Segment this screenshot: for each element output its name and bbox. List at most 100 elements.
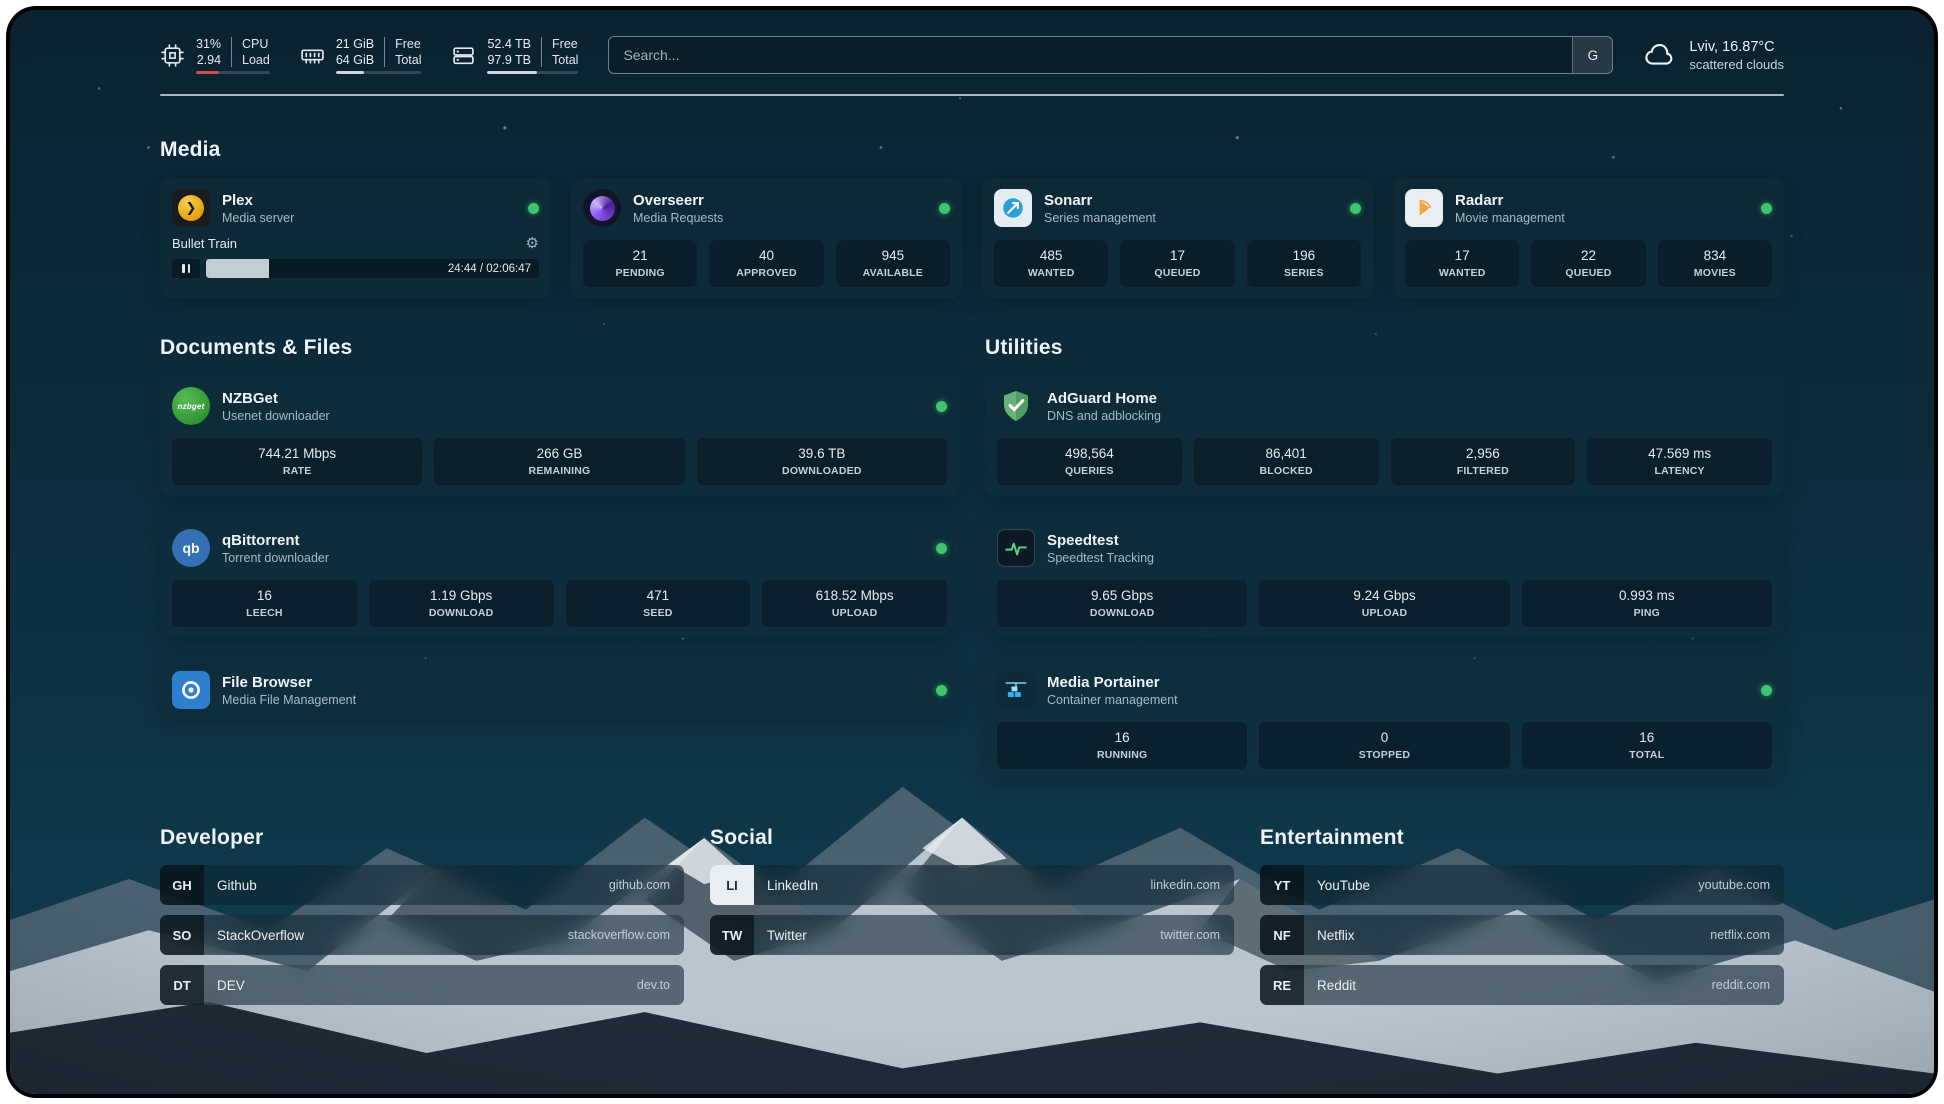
plex-card: ❯ Plex Media server Bullet Train ⚙ xyxy=(160,178,551,298)
bookmark-linkedin[interactable]: LI LinkedIn linkedin.com xyxy=(710,865,1234,905)
search-input[interactable] xyxy=(608,36,1613,74)
memory-icon xyxy=(300,43,325,68)
app-name-qbittorrent[interactable]: qBittorrent xyxy=(222,532,329,549)
developer-links: Developer GH Github github.com SO StackO… xyxy=(160,826,684,1005)
radarr-icon[interactable] xyxy=(1405,189,1443,227)
app-name-plex[interactable]: Plex xyxy=(222,192,294,209)
app-name-sonarr[interactable]: Sonarr xyxy=(1044,192,1156,209)
app-name-portainer[interactable]: Media Portainer xyxy=(1047,674,1178,691)
app-desc-speedtest: Speedtest Tracking xyxy=(1047,551,1154,565)
weather-widget: Lviv, 16.87°C scattered clouds xyxy=(1643,38,1784,72)
disk-usage-bar xyxy=(487,71,578,74)
cpu-usage-bar xyxy=(196,71,270,74)
radarr-logo-glyph xyxy=(1411,195,1437,221)
social-links: Social LI LinkedIn linkedin.com TW Twitt… xyxy=(710,826,1234,1005)
stat-value: 17 xyxy=(1126,248,1228,263)
portainer-logo-glyph xyxy=(1003,677,1029,703)
nzbget-icon[interactable]: nzbget xyxy=(172,387,210,425)
documents-column: Documents & Files nzbget NZBGet Usenet d… xyxy=(160,336,959,780)
sonarr-icon[interactable] xyxy=(994,189,1032,227)
pause-button[interactable] xyxy=(172,259,200,278)
bookmark-name: Github xyxy=(217,878,257,893)
stat-label: LATENCY xyxy=(1593,465,1766,477)
status-online-dot xyxy=(936,401,947,412)
overseerr-icon[interactable] xyxy=(583,189,621,227)
bookmark-url: reddit.com xyxy=(1712,978,1770,992)
app-name-radarr[interactable]: Radarr xyxy=(1455,192,1565,209)
stat-value: 39.6 TB xyxy=(703,446,941,461)
bookmark-stackoverflow[interactable]: SO StackOverflow stackoverflow.com xyxy=(160,915,684,955)
stat-label: DOWNLOAD xyxy=(375,607,548,619)
app-name-overseerr[interactable]: Overseerr xyxy=(633,192,723,209)
bookmark-name: Twitter xyxy=(767,928,807,943)
bookmark-github[interactable]: GH Github github.com xyxy=(160,865,684,905)
app-name-adguard[interactable]: AdGuard Home xyxy=(1047,390,1161,407)
linkedin-icon: LI xyxy=(710,865,754,905)
stat-label: TOTAL xyxy=(1528,749,1766,761)
memory-free-value: 21 GiB xyxy=(336,37,374,51)
stat-value: 485 xyxy=(1000,248,1102,263)
bookmark-url: dev.to xyxy=(637,978,670,992)
stat-label: WANTED xyxy=(1000,267,1102,279)
stat-label: QUERIES xyxy=(1003,465,1176,477)
cpu-icon xyxy=(160,43,185,68)
stat-box: 196 SERIES xyxy=(1247,240,1361,287)
plex-icon[interactable]: ❯ xyxy=(172,189,210,227)
weather-condition: scattered clouds xyxy=(1689,57,1784,72)
app-name-filebrowser[interactable]: File Browser xyxy=(222,674,356,691)
bookmark-reddit[interactable]: RE Reddit reddit.com xyxy=(1260,965,1784,1005)
github-icon: GH xyxy=(160,865,204,905)
stat-label: QUEUED xyxy=(1537,267,1639,279)
dashboard-background: 31% 2.94 CPU Load xyxy=(10,10,1934,1094)
stat-label: RATE xyxy=(178,465,416,477)
disk-icon xyxy=(451,43,476,68)
stat-label: REMAINING xyxy=(440,465,678,477)
stat-label: FILTERED xyxy=(1397,465,1570,477)
stat-value: 47.569 ms xyxy=(1593,446,1766,461)
stat-label: WANTED xyxy=(1411,267,1513,279)
status-online-dot xyxy=(939,203,950,214)
cpu-widget: 31% 2.94 CPU Load xyxy=(160,37,270,74)
adguard-logo-glyph xyxy=(998,388,1034,424)
stat-box: 9.65 Gbps DOWNLOAD xyxy=(997,580,1247,627)
app-desc-sonarr: Series management xyxy=(1044,211,1156,225)
gear-icon[interactable]: ⚙ xyxy=(526,236,539,251)
stat-value: 22 xyxy=(1537,248,1639,263)
speedtest-icon[interactable] xyxy=(997,529,1035,567)
stat-box: 47.569 ms LATENCY xyxy=(1587,438,1772,485)
search-engine-button[interactable]: G xyxy=(1572,37,1612,73)
filebrowser-icon[interactable] xyxy=(172,671,210,709)
disk-free-value: 52.4 TB xyxy=(487,37,531,51)
radarr-card: Radarr Movie management 17 WANTED 2 xyxy=(1393,178,1784,298)
sonarr-logo-glyph xyxy=(1000,195,1026,221)
app-desc-adguard: DNS and adblocking xyxy=(1047,409,1161,423)
bookmark-dev[interactable]: DT DEV dev.to xyxy=(160,965,684,1005)
portainer-icon[interactable] xyxy=(997,671,1035,709)
disk-free-label: Free xyxy=(552,37,578,51)
media-section: Media ❯ Plex Media server Bullet Tr xyxy=(160,138,1784,298)
cloud-icon xyxy=(1643,38,1677,72)
qbittorrent-icon[interactable]: qb xyxy=(172,529,210,567)
bookmark-twitter[interactable]: TW Twitter twitter.com xyxy=(710,915,1234,955)
stat-value: 618.52 Mbps xyxy=(768,588,941,603)
dev-icon: DT xyxy=(160,965,204,1005)
stat-value: 0.993 ms xyxy=(1528,588,1766,603)
bookmark-netflix[interactable]: NF Netflix netflix.com xyxy=(1260,915,1784,955)
disk-total-label: Total xyxy=(552,53,578,67)
metric-divider xyxy=(384,37,385,67)
stat-label: QUEUED xyxy=(1126,267,1228,279)
cpu-usage-value: 31% xyxy=(196,37,221,51)
app-name-nzbget[interactable]: NZBGet xyxy=(222,390,330,407)
playback-time: 24:44 / 02:06:47 xyxy=(448,263,531,275)
overseerr-card: Overseerr Media Requests 21 PENDING xyxy=(571,178,962,298)
metric-divider xyxy=(231,37,232,67)
playback-progress-bar[interactable]: 24:44 / 02:06:47 xyxy=(206,259,539,278)
stat-box: 2,956 FILTERED xyxy=(1391,438,1576,485)
stat-value: 834 xyxy=(1664,248,1766,263)
app-name-speedtest[interactable]: Speedtest xyxy=(1047,532,1154,549)
status-online-dot xyxy=(936,685,947,696)
stat-label: UPLOAD xyxy=(1265,607,1503,619)
adguard-icon[interactable] xyxy=(997,387,1035,425)
bookmark-youtube[interactable]: YT YouTube youtube.com xyxy=(1260,865,1784,905)
stat-label: APPROVED xyxy=(715,267,817,279)
